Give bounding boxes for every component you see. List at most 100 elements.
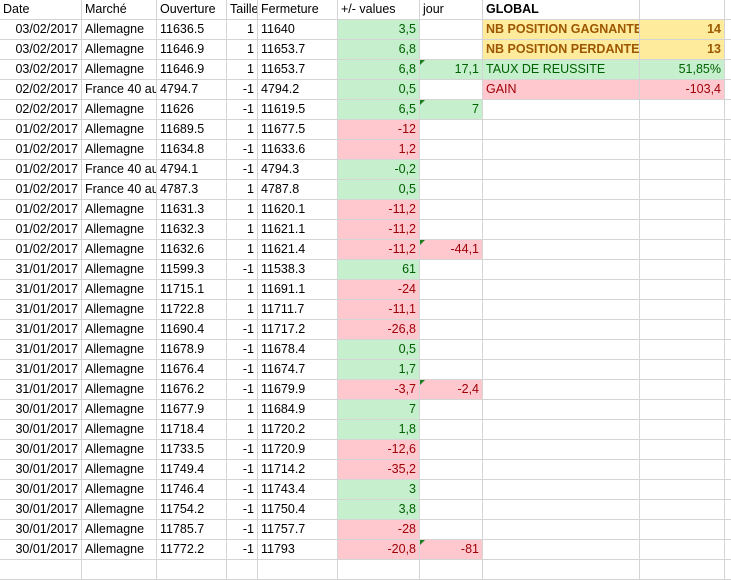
summary-label[interactable]: GAIN	[483, 80, 640, 100]
cell-fermeture[interactable]: 11714.2	[258, 460, 338, 480]
empty-cell[interactable]	[640, 240, 725, 260]
cell-values[interactable]: 3,8	[338, 500, 420, 520]
cell-date[interactable]: 30/01/2017	[0, 440, 82, 460]
cell-marche[interactable]: Allemagne	[82, 380, 157, 400]
cell-fermeture[interactable]: 11619.5	[258, 100, 338, 120]
cell-date[interactable]: 30/01/2017	[0, 480, 82, 500]
cell-fermeture[interactable]: 11677.5	[258, 120, 338, 140]
cell-values[interactable]: -3,7	[338, 380, 420, 400]
cell-jour[interactable]	[420, 340, 483, 360]
cell-jour[interactable]	[420, 360, 483, 380]
empty-cell[interactable]	[640, 220, 725, 240]
empty-cell[interactable]	[725, 40, 731, 60]
cell-date[interactable]: 03/02/2017	[0, 40, 82, 60]
cell-jour[interactable]	[420, 300, 483, 320]
empty-cell[interactable]	[483, 560, 640, 580]
cell-ouverture[interactable]: 11632.3	[157, 220, 227, 240]
cell-taille[interactable]: -1	[227, 360, 258, 380]
empty-cell[interactable]	[725, 140, 731, 160]
cell-ouverture[interactable]: 11676.4	[157, 360, 227, 380]
cell-marche[interactable]: Allemagne	[82, 120, 157, 140]
cell-jour[interactable]: -81	[420, 540, 483, 560]
cell-jour[interactable]	[420, 120, 483, 140]
empty-cell[interactable]	[725, 340, 731, 360]
cell-jour[interactable]	[420, 520, 483, 540]
cell-ouverture[interactable]: 11634.8	[157, 140, 227, 160]
cell-jour[interactable]	[420, 400, 483, 420]
cell-values[interactable]: -26,8	[338, 320, 420, 340]
empty-cell[interactable]	[483, 100, 640, 120]
cell-jour[interactable]	[420, 460, 483, 480]
cell-fermeture[interactable]: 11757.7	[258, 520, 338, 540]
cell-taille[interactable]: -1	[227, 460, 258, 480]
cell-taille[interactable]: -1	[227, 140, 258, 160]
empty-cell[interactable]	[725, 560, 731, 580]
cell-date[interactable]: 30/01/2017	[0, 420, 82, 440]
empty-cell[interactable]	[640, 360, 725, 380]
cell-taille[interactable]: 1	[227, 20, 258, 40]
empty-cell[interactable]	[640, 140, 725, 160]
cell-fermeture[interactable]: 11684.9	[258, 400, 338, 420]
cell-taille[interactable]: 1	[227, 400, 258, 420]
cell-values[interactable]: 0,5	[338, 180, 420, 200]
empty-cell[interactable]	[483, 360, 640, 380]
empty-cell[interactable]	[483, 180, 640, 200]
cell-taille[interactable]: -1	[227, 80, 258, 100]
cell-marche[interactable]: Allemagne	[82, 220, 157, 240]
empty-cell[interactable]	[640, 160, 725, 180]
cell-values[interactable]: 1,7	[338, 360, 420, 380]
cell-marche[interactable]: Allemagne	[82, 520, 157, 540]
empty-cell[interactable]	[725, 380, 731, 400]
cell-values[interactable]: 1,8	[338, 420, 420, 440]
cell-fermeture[interactable]: 11691.1	[258, 280, 338, 300]
empty-cell[interactable]	[483, 400, 640, 420]
cell-fermeture[interactable]: 11620.1	[258, 200, 338, 220]
cell-values[interactable]: -11,1	[338, 300, 420, 320]
cell-taille[interactable]: 1	[227, 180, 258, 200]
cell-marche[interactable]: Allemagne	[82, 20, 157, 40]
summary-value[interactable]: 13	[640, 40, 725, 60]
cell-fermeture[interactable]: 4794.2	[258, 80, 338, 100]
empty-cell[interactable]	[640, 400, 725, 420]
cell-fermeture[interactable]: 11793	[258, 540, 338, 560]
empty-cell[interactable]	[725, 420, 731, 440]
cell-marche[interactable]: France 40 au comptant (€1 contrat)	[82, 160, 157, 180]
cell-marche[interactable]: Allemagne	[82, 140, 157, 160]
cell-date[interactable]: 01/02/2017	[0, 180, 82, 200]
empty-cell[interactable]	[82, 560, 157, 580]
empty-cell[interactable]	[258, 560, 338, 580]
cell-fermeture[interactable]: 11674.7	[258, 360, 338, 380]
summary-value[interactable]: 14	[640, 20, 725, 40]
empty-cell[interactable]	[725, 160, 731, 180]
cell-marche[interactable]: Allemagne	[82, 340, 157, 360]
summary-value[interactable]: 51,85%	[640, 60, 725, 80]
cell-taille[interactable]: -1	[227, 160, 258, 180]
cell-taille[interactable]: 1	[227, 280, 258, 300]
cell-ouverture[interactable]: 11678.9	[157, 340, 227, 360]
cell-date[interactable]: 02/02/2017	[0, 80, 82, 100]
cell-fermeture[interactable]: 11743.4	[258, 480, 338, 500]
cell-marche[interactable]: Allemagne	[82, 260, 157, 280]
cell-marche[interactable]: Allemagne	[82, 200, 157, 220]
empty-cell[interactable]	[640, 420, 725, 440]
empty-cell[interactable]	[483, 260, 640, 280]
cell-date[interactable]: 30/01/2017	[0, 520, 82, 540]
empty-cell[interactable]	[725, 460, 731, 480]
cell-marche[interactable]: Allemagne	[82, 460, 157, 480]
empty-cell[interactable]	[483, 520, 640, 540]
cell-jour[interactable]	[420, 500, 483, 520]
cell-ouverture[interactable]: 11746.4	[157, 480, 227, 500]
cell-jour[interactable]	[420, 280, 483, 300]
cell-ouverture[interactable]: 11676.2	[157, 380, 227, 400]
empty-cell[interactable]	[640, 320, 725, 340]
cell-fermeture[interactable]: 11538.3	[258, 260, 338, 280]
cell-jour[interactable]	[420, 260, 483, 280]
cell-values[interactable]: 6,8	[338, 40, 420, 60]
cell-ouverture[interactable]: 11646.9	[157, 40, 227, 60]
cell-values[interactable]: -0,2	[338, 160, 420, 180]
cell-jour[interactable]	[420, 180, 483, 200]
cell-marche[interactable]: Allemagne	[82, 400, 157, 420]
cell-fermeture[interactable]: 11717.2	[258, 320, 338, 340]
cell-values[interactable]: 6,8	[338, 60, 420, 80]
cell-taille[interactable]: 1	[227, 40, 258, 60]
